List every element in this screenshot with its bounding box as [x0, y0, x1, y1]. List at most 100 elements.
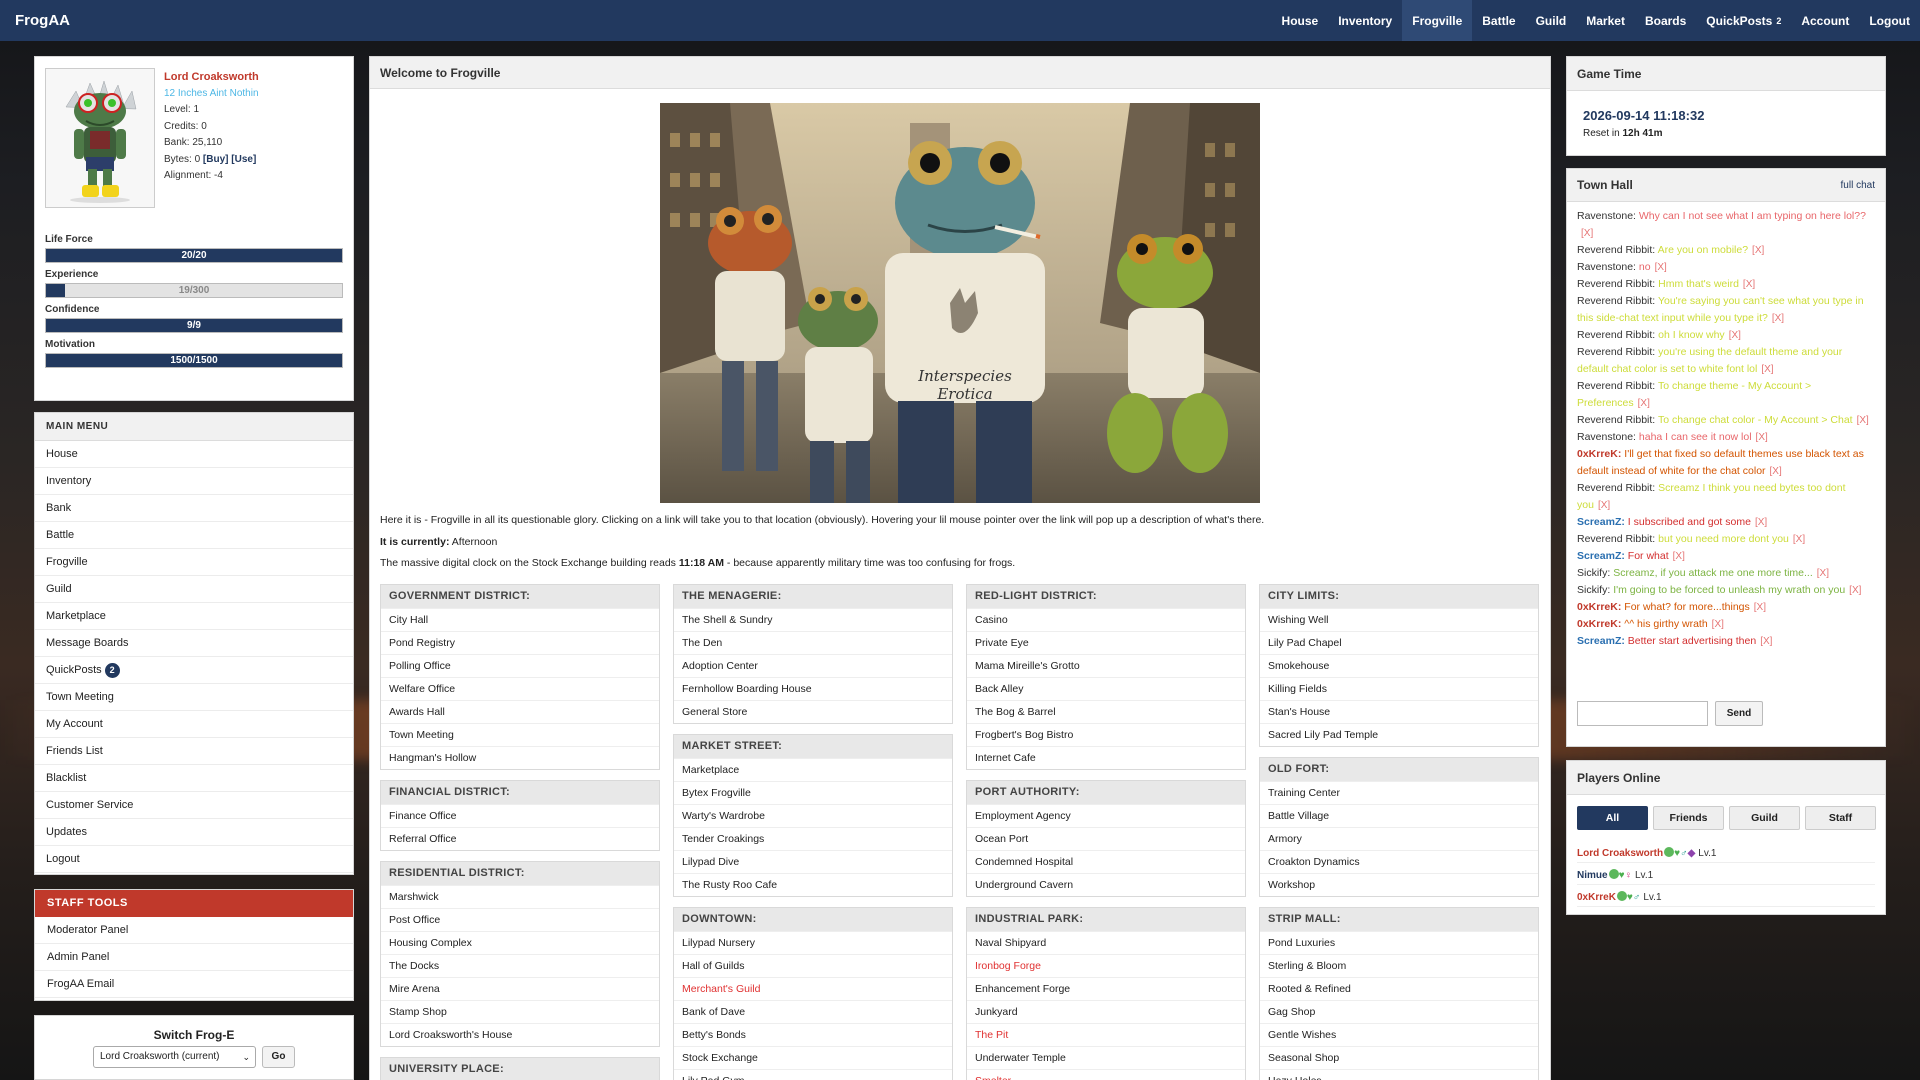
location-sacred-lily-pad-temple[interactable]: Sacred Lily Pad Temple — [1260, 723, 1538, 746]
chat-user[interactable]: Sickify: — [1577, 584, 1610, 596]
avatar[interactable] — [45, 68, 155, 208]
menu-item-customer-service[interactable]: Customer Service — [35, 792, 353, 819]
location-lord-croaksworth-s-house[interactable]: Lord Croaksworth's House — [381, 1023, 659, 1046]
chat-user[interactable]: Reverend Ribbit: — [1577, 295, 1655, 307]
location-pond-luxuries[interactable]: Pond Luxuries — [1260, 931, 1538, 954]
chat-user[interactable]: Reverend Ribbit: — [1577, 244, 1655, 256]
filter-guild[interactable]: Guild — [1729, 806, 1800, 830]
location-condemned-hospital[interactable]: Condemned Hospital — [967, 850, 1245, 873]
location-stan-s-house[interactable]: Stan's House — [1260, 700, 1538, 723]
chat-user[interactable]: Ravenstone: — [1577, 431, 1636, 443]
staff-item-moderator-panel[interactable]: Moderator Panel — [35, 917, 353, 944]
location-mama-mireille-s-grotto[interactable]: Mama Mireille's Grotto — [967, 654, 1245, 677]
location-smelter[interactable]: Smelter — [967, 1069, 1245, 1080]
player-row[interactable]: 0xKrreK ♥♂ Lv.1 — [1577, 891, 1875, 907]
frog-select[interactable]: Lord Croaksworth (current) ⌄ — [93, 1046, 256, 1068]
menu-item-inventory[interactable]: Inventory — [35, 468, 353, 495]
menu-item-updates[interactable]: Updates — [35, 819, 353, 846]
chat-user[interactable]: Ravenstone: — [1577, 261, 1636, 273]
chat-user[interactable]: Reverend Ribbit: — [1577, 346, 1655, 358]
location-lily-pad-chapel[interactable]: Lily Pad Chapel — [1260, 631, 1538, 654]
location-town-meeting[interactable]: Town Meeting — [381, 723, 659, 746]
location-back-alley[interactable]: Back Alley — [967, 677, 1245, 700]
brand-logo[interactable]: FrogAA — [15, 12, 70, 29]
delete-message-button[interactable]: [X] — [1793, 534, 1805, 545]
chat-user[interactable]: Reverend Ribbit: — [1577, 482, 1655, 494]
delete-message-button[interactable]: [X] — [1770, 466, 1782, 477]
location-underwater-temple[interactable]: Underwater Temple — [967, 1046, 1245, 1069]
location-stamp-shop[interactable]: Stamp Shop — [381, 1000, 659, 1023]
location-internet-cafe[interactable]: Internet Cafe — [967, 746, 1245, 769]
location-workshop[interactable]: Workshop — [1260, 873, 1538, 896]
chat-user[interactable]: Reverend Ribbit: — [1577, 329, 1655, 341]
location-the-docks[interactable]: The Docks — [381, 954, 659, 977]
filter-all[interactable]: All — [1577, 806, 1648, 830]
location-post-office[interactable]: Post Office — [381, 908, 659, 931]
delete-message-button[interactable]: [X] — [1817, 568, 1829, 579]
location-mire-arena[interactable]: Mire Arena — [381, 977, 659, 1000]
profile-name[interactable]: Lord Croaksworth — [164, 69, 259, 86]
delete-message-button[interactable]: [X] — [1755, 517, 1767, 528]
chat-user[interactable]: 0xKrreK: — [1577, 448, 1621, 460]
nav-boards[interactable]: Boards — [1635, 0, 1696, 41]
location-merchant-s-guild[interactable]: Merchant's Guild — [674, 977, 952, 1000]
player-row[interactable]: Nimue ♥♀ Lv.1 — [1577, 869, 1875, 885]
player-name[interactable]: Nimue — [1577, 870, 1608, 881]
chat-user[interactable]: 0xKrreK: — [1577, 618, 1621, 630]
nav-house[interactable]: House — [1272, 0, 1329, 41]
chat-user[interactable]: ScreamZ: — [1577, 550, 1625, 562]
delete-message-button[interactable]: [X] — [1756, 432, 1768, 443]
location-referral-office[interactable]: Referral Office — [381, 827, 659, 850]
location-the-den[interactable]: The Den — [674, 631, 952, 654]
send-button[interactable]: Send — [1715, 701, 1763, 726]
menu-item-battle[interactable]: Battle — [35, 522, 353, 549]
menu-item-quickposts[interactable]: QuickPosts 2 — [35, 657, 353, 684]
nav-account[interactable]: Account — [1791, 0, 1859, 41]
location-underground-cavern[interactable]: Underground Cavern — [967, 873, 1245, 896]
chat-user[interactable]: Reverend Ribbit: — [1577, 380, 1655, 392]
location-lily-pad-gym[interactable]: Lily Pad Gym — [674, 1069, 952, 1080]
delete-message-button[interactable]: [X] — [1638, 398, 1650, 409]
location-betty-s-bonds[interactable]: Betty's Bonds — [674, 1023, 952, 1046]
location-tender-croakings[interactable]: Tender Croakings — [674, 827, 952, 850]
location-wishing-well[interactable]: Wishing Well — [1260, 608, 1538, 631]
menu-item-blacklist[interactable]: Blacklist — [35, 765, 353, 792]
location-welfare-office[interactable]: Welfare Office — [381, 677, 659, 700]
location-training-center[interactable]: Training Center — [1260, 781, 1538, 804]
menu-item-town-meeting[interactable]: Town Meeting — [35, 684, 353, 711]
location-lilypad-nursery[interactable]: Lilypad Nursery — [674, 931, 952, 954]
location-frogbert-s-bog-bistro[interactable]: Frogbert's Bog Bistro — [967, 723, 1245, 746]
location-marketplace[interactable]: Marketplace — [674, 758, 952, 781]
menu-item-logout[interactable]: Logout — [35, 846, 353, 873]
delete-message-button[interactable]: [X] — [1655, 262, 1667, 273]
menu-item-house[interactable]: House — [35, 441, 353, 468]
location-polling-office[interactable]: Polling Office — [381, 654, 659, 677]
delete-message-button[interactable]: [X] — [1760, 636, 1772, 647]
location-the-rusty-roo-cafe[interactable]: The Rusty Roo Cafe — [674, 873, 952, 896]
location-battle-village[interactable]: Battle Village — [1260, 804, 1538, 827]
location-lilypad-dive[interactable]: Lilypad Dive — [674, 850, 952, 873]
delete-message-button[interactable]: [X] — [1712, 619, 1724, 630]
player-name[interactable]: 0xKrreK — [1577, 892, 1616, 903]
menu-item-frogville[interactable]: Frogville — [35, 549, 353, 576]
delete-message-button[interactable]: [X] — [1729, 330, 1741, 341]
nav-inventory[interactable]: Inventory — [1328, 0, 1402, 41]
menu-item-my-account[interactable]: My Account — [35, 711, 353, 738]
location-enhancement-forge[interactable]: Enhancement Forge — [967, 977, 1245, 1000]
filter-staff[interactable]: Staff — [1805, 806, 1876, 830]
location-warty-s-wardrobe[interactable]: Warty's Wardrobe — [674, 804, 952, 827]
location-employment-agency[interactable]: Employment Agency — [967, 804, 1245, 827]
location-awards-hall[interactable]: Awards Hall — [381, 700, 659, 723]
location-bytex-frogville[interactable]: Bytex Frogville — [674, 781, 952, 804]
location-marshwick[interactable]: Marshwick — [381, 885, 659, 908]
nav-guild[interactable]: Guild — [1526, 0, 1577, 41]
location-adoption-center[interactable]: Adoption Center — [674, 654, 952, 677]
delete-message-button[interactable]: [X] — [1673, 551, 1685, 562]
nav-quickposts[interactable]: QuickPosts 2 — [1696, 0, 1791, 41]
location-seasonal-shop[interactable]: Seasonal Shop — [1260, 1046, 1538, 1069]
location-armory[interactable]: Armory — [1260, 827, 1538, 850]
menu-item-friends-list[interactable]: Friends List — [35, 738, 353, 765]
chat-user[interactable]: Sickify: — [1577, 567, 1610, 579]
location-private-eye[interactable]: Private Eye — [967, 631, 1245, 654]
nav-logout[interactable]: Logout — [1859, 0, 1920, 41]
